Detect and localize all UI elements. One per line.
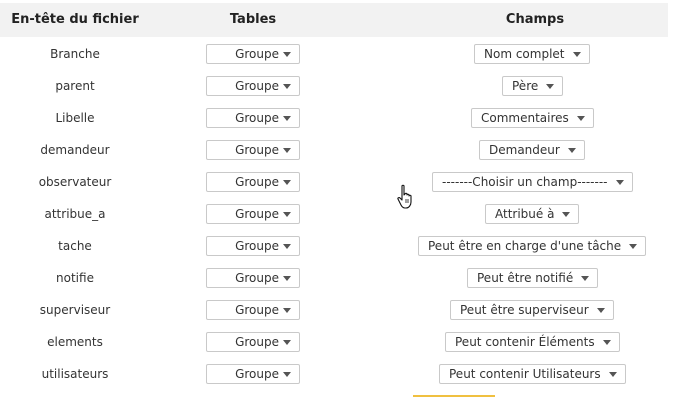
chevron-down-icon xyxy=(581,276,590,281)
table-select-value: Groupe xyxy=(235,335,279,349)
table-select[interactable]: Groupe xyxy=(206,300,300,320)
table-select[interactable]: Groupe xyxy=(206,204,300,224)
table-row: tache Groupe Peut être en charge d'une tâc… xyxy=(0,230,673,262)
table-select[interactable]: Groupe xyxy=(206,236,300,256)
file-header-label: tache xyxy=(58,239,92,253)
file-header-label: observateur xyxy=(38,175,112,189)
table-select-value: Groupe xyxy=(235,207,279,221)
file-header-label: Branche xyxy=(50,47,100,61)
chevron-down-icon xyxy=(629,244,638,249)
field-select-value: Peut contenir Éléments xyxy=(455,335,595,349)
chevron-down-icon xyxy=(608,372,617,377)
file-header-label: demandeur xyxy=(40,143,110,157)
table-row: observateur Groupe -------Choisir un champ… xyxy=(0,166,673,198)
field-select[interactable]: Nom complet xyxy=(474,44,590,64)
chevron-down-icon xyxy=(283,308,291,313)
chevron-down-icon xyxy=(562,212,571,217)
field-select[interactable]: Peut contenir Éléments xyxy=(445,332,620,352)
chevron-down-icon xyxy=(283,84,291,89)
chevron-down-icon xyxy=(572,52,581,57)
field-select-value: Peut être superviseur xyxy=(460,303,589,317)
field-select[interactable]: Peut être superviseur xyxy=(450,300,614,320)
table-row: Branche Groupe Nom complet xyxy=(0,38,673,70)
table-select[interactable]: Groupe xyxy=(206,172,300,192)
table-row: attribue_a Groupe Attribué à xyxy=(0,198,673,230)
field-select[interactable]: Peut être notifié xyxy=(467,268,599,288)
table-row: superviseur Groupe Peut être superviseur xyxy=(0,294,673,326)
chevron-down-icon xyxy=(615,180,624,185)
chevron-down-icon xyxy=(602,340,611,345)
mapping-page: En-tête du fichier Tables Champs Branche… xyxy=(0,0,673,397)
table-row: utilisateurs Groupe Peut contenir Utilisat… xyxy=(0,358,673,390)
file-header-label: superviseur xyxy=(39,303,111,317)
table-select[interactable]: Groupe xyxy=(206,332,300,352)
file-header-label: attribue_a xyxy=(44,207,106,221)
chevron-down-icon xyxy=(283,244,291,249)
table-select[interactable]: Groupe xyxy=(206,76,300,96)
chevron-down-icon xyxy=(567,148,576,153)
field-select[interactable]: Commentaires xyxy=(471,108,594,128)
field-select[interactable]: Demandeur xyxy=(479,140,585,160)
chevron-down-icon xyxy=(283,148,291,153)
table-row: parent Groupe Père xyxy=(0,70,673,102)
field-select-value: Peut contenir Utilisateurs xyxy=(449,367,601,381)
field-select-value: Peut être en charge d'une tâche xyxy=(428,239,622,253)
field-select[interactable]: Peut contenir Utilisateurs xyxy=(439,364,626,384)
chevron-down-icon xyxy=(546,84,555,89)
field-select-value: Commentaires xyxy=(481,111,569,125)
header-tables-column: Tables xyxy=(229,12,277,27)
table-select-value: Groupe xyxy=(235,111,279,125)
table-select-value: Groupe xyxy=(235,367,279,381)
table-select-value: Groupe xyxy=(235,79,279,93)
chevron-down-icon xyxy=(283,180,291,185)
chevron-down-icon xyxy=(283,116,291,121)
table-select-value: Groupe xyxy=(235,143,279,157)
table-select-value: Groupe xyxy=(235,47,279,61)
chevron-down-icon xyxy=(596,308,605,313)
table-select[interactable]: Groupe xyxy=(206,108,300,128)
chevron-down-icon xyxy=(283,276,291,281)
table-select-value: Groupe xyxy=(235,239,279,253)
chevron-down-icon xyxy=(283,212,291,217)
table-row: elements Groupe Peut contenir Éléments xyxy=(0,326,673,358)
table-select-value: Groupe xyxy=(235,175,279,189)
file-header-label: notifie xyxy=(56,271,94,285)
field-select[interactable]: Attribué à xyxy=(485,204,580,224)
field-select-value: Peut être notifié xyxy=(477,271,574,285)
table-select[interactable]: Groupe xyxy=(206,268,300,288)
file-header-label: utilisateurs xyxy=(41,367,109,381)
chevron-down-icon xyxy=(576,116,585,121)
field-select-value: -------Choisir un champ------- xyxy=(442,175,608,189)
table-select[interactable]: Groupe xyxy=(206,44,300,64)
table-select-value: Groupe xyxy=(235,303,279,317)
file-header-label: elements xyxy=(47,335,103,349)
chevron-down-icon xyxy=(283,340,291,345)
table-select-value: Groupe xyxy=(235,271,279,285)
table-row: Libelle Groupe Commentaires xyxy=(0,102,673,134)
table-row: notifie Groupe Peut être notifié xyxy=(0,262,673,294)
table-select[interactable]: Groupe xyxy=(206,364,300,384)
field-select-value: Nom complet xyxy=(484,47,565,61)
header-file-column: En-tête du fichier xyxy=(11,12,139,27)
file-header-label: parent xyxy=(55,79,95,93)
field-select[interactable]: -------Choisir un champ------- xyxy=(432,172,633,192)
chevron-down-icon xyxy=(283,52,291,57)
table-select[interactable]: Groupe xyxy=(206,140,300,160)
field-select[interactable]: Peut être en charge d'une tâche xyxy=(418,236,647,256)
file-header-label: Libelle xyxy=(55,111,95,125)
field-select[interactable]: Père xyxy=(502,76,564,96)
chevron-down-icon xyxy=(283,372,291,377)
header-fields-column: Champs xyxy=(505,12,565,27)
hand-pointer-icon xyxy=(397,184,412,209)
table-row: demandeur Groupe Demandeur xyxy=(0,134,673,166)
